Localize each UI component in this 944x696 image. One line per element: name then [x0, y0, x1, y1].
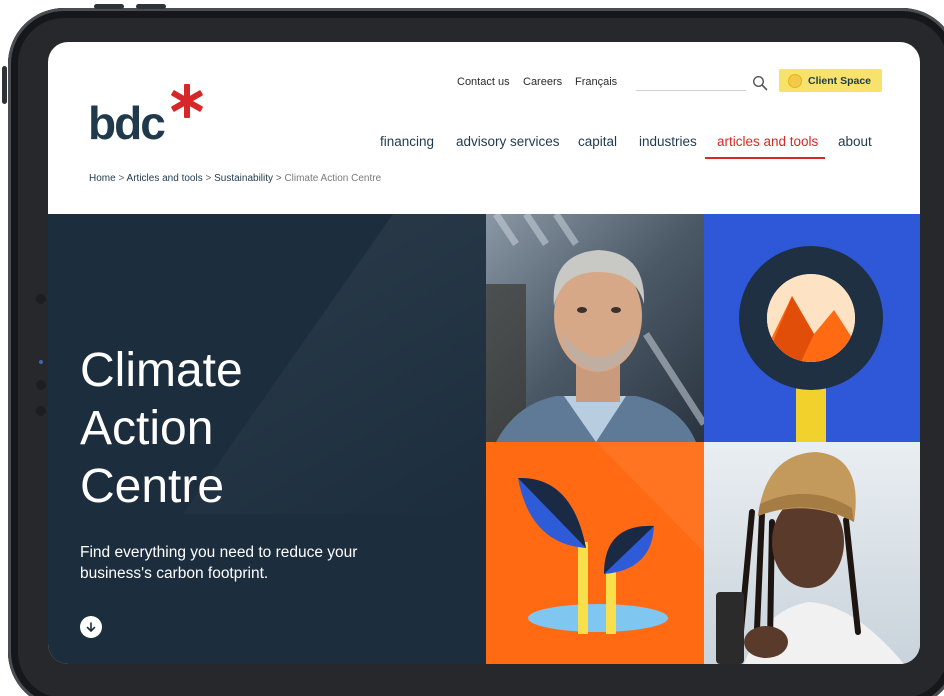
contact-us-link[interactable]: Contact us [457, 76, 510, 88]
client-space-label: Client Space [808, 74, 872, 87]
nav-capital[interactable]: capital [578, 134, 617, 149]
sensor-dot [36, 380, 46, 390]
asterisk-icon [171, 84, 203, 118]
woman-portrait-image [704, 442, 920, 664]
nav-financing[interactable]: financing [380, 134, 434, 149]
sprout-illustration [486, 442, 704, 664]
camera-icon [39, 360, 43, 364]
photo-man [486, 214, 704, 442]
francais-link[interactable]: Français [575, 76, 617, 88]
bdc-logo[interactable]: bdc [88, 84, 206, 149]
title-line: Centre [80, 460, 225, 513]
search-icon[interactable] [752, 75, 768, 91]
magnifier-icon [704, 214, 920, 442]
breadcrumb-articles-and-tools[interactable]: Articles and tools [127, 173, 203, 184]
hero-subtitle: Find everything you need to reduce your … [80, 544, 358, 582]
breadcrumb-home[interactable]: Home [89, 173, 116, 184]
tablet-top-button [136, 4, 166, 9]
tablet-side-button [2, 66, 7, 104]
breadcrumb-sustainability[interactable]: Sustainability [214, 173, 273, 184]
sensor-dot [36, 294, 46, 304]
magnifier-illustration [704, 214, 920, 442]
nav-active-indicator [705, 157, 825, 159]
search-input[interactable] [636, 90, 746, 91]
sprout-icon [486, 442, 704, 664]
photo-woman [704, 442, 920, 664]
scroll-down-button[interactable] [80, 616, 102, 638]
nav-articles-and-tools[interactable]: articles and tools [717, 134, 818, 149]
page-title: Climate Action Centre [80, 342, 440, 516]
breadcrumb-separator: > [275, 173, 282, 184]
breadcrumb-separator: > [205, 173, 212, 184]
sensor-dot [36, 406, 46, 416]
careers-link[interactable]: Careers [523, 76, 562, 88]
arrow-down-icon [86, 622, 96, 632]
nav-industries[interactable]: industries [639, 134, 697, 149]
client-space-button[interactable]: Client Space [779, 69, 882, 92]
breadcrumb: Home > Articles and tools > Sustainabili… [89, 173, 381, 184]
tablet-top-button [94, 4, 124, 9]
website-screen: bdc Contact us Careers Français Client S… [48, 42, 920, 664]
hero-panel: Climate Action Centre Find everything yo… [48, 214, 486, 664]
logo-wordmark: bdc [88, 97, 166, 149]
user-icon [788, 73, 802, 88]
breadcrumb-current: Climate Action Centre [284, 173, 382, 184]
breadcrumb-separator: > [118, 173, 125, 184]
man-portrait-image [486, 214, 704, 442]
title-line: Climate [80, 344, 243, 397]
title-line: Action [80, 402, 214, 455]
nav-advisory-services[interactable]: advisory services [456, 134, 560, 149]
nav-about[interactable]: about [838, 134, 872, 149]
